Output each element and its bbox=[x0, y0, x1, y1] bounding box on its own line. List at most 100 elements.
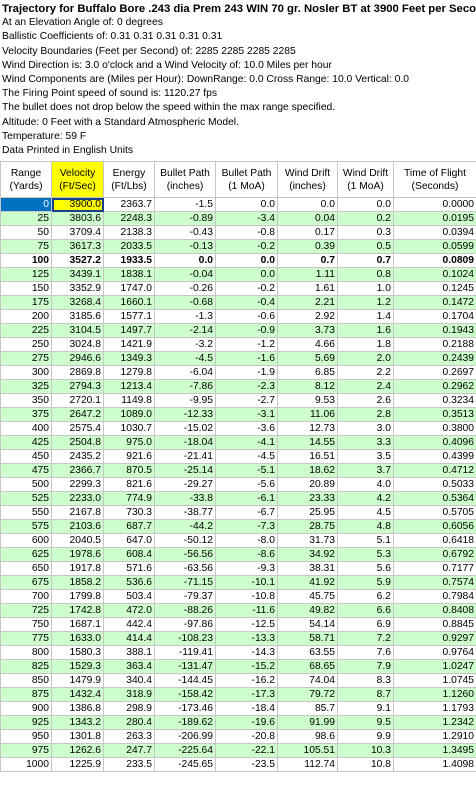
cell-range[interactable]: 300 bbox=[0, 365, 52, 380]
cell-wind-drift-inches[interactable]: 0.39 bbox=[277, 239, 338, 254]
cell-wind-drift-moa[interactable]: 5.1 bbox=[337, 533, 394, 548]
cell-bullet-path-inches[interactable]: -119.41 bbox=[154, 645, 216, 660]
cell-range[interactable]: 550 bbox=[0, 505, 52, 520]
cell-range[interactable]: 850 bbox=[0, 673, 52, 688]
cell-bullet-path-inches[interactable]: -63.56 bbox=[154, 561, 216, 576]
cell-wind-drift-inches[interactable]: 54.14 bbox=[277, 617, 338, 632]
cell-wind-drift-inches[interactable]: 105.51 bbox=[277, 743, 338, 758]
cell-wind-drift-moa[interactable]: 9.9 bbox=[337, 729, 394, 744]
cell-velocity[interactable]: 2103.6 bbox=[51, 519, 104, 534]
cell-wind-drift-moa[interactable]: 1.0 bbox=[337, 281, 394, 296]
cell-velocity[interactable]: 1742.8 bbox=[51, 603, 104, 618]
cell-energy[interactable]: 1747.0 bbox=[103, 281, 155, 296]
cell-bullet-path-moa[interactable]: -8.6 bbox=[215, 547, 278, 562]
cell-wind-drift-moa[interactable]: 1.4 bbox=[337, 309, 394, 324]
cell-wind-drift-moa[interactable]: 4.5 bbox=[337, 505, 394, 520]
cell-wind-drift-moa[interactable]: 3.3 bbox=[337, 435, 394, 450]
header-time-of-flight[interactable]: Time of Flight (Seconds) bbox=[393, 161, 476, 198]
cell-range[interactable]: 100 bbox=[0, 253, 52, 268]
cell-time-of-flight[interactable]: 0.2188 bbox=[393, 337, 476, 352]
cell-wind-drift-moa[interactable]: 6.9 bbox=[337, 617, 394, 632]
cell-bullet-path-inches[interactable]: -0.26 bbox=[154, 281, 216, 296]
cell-range[interactable]: 750 bbox=[0, 617, 52, 632]
cell-bullet-path-inches[interactable]: -44.2 bbox=[154, 519, 216, 534]
cell-energy[interactable]: 1279.8 bbox=[103, 365, 155, 380]
cell-time-of-flight[interactable]: 1.3495 bbox=[393, 743, 476, 758]
cell-bullet-path-inches[interactable]: -1.3 bbox=[154, 309, 216, 324]
cell-time-of-flight[interactable]: 0.1245 bbox=[393, 281, 476, 296]
cell-wind-drift-inches[interactable]: 3.73 bbox=[277, 323, 338, 338]
cell-wind-drift-inches[interactable]: 0.04 bbox=[277, 211, 338, 226]
cell-velocity[interactable]: 1917.8 bbox=[51, 561, 104, 576]
cell-velocity[interactable]: 1580.3 bbox=[51, 645, 104, 660]
cell-range[interactable]: 700 bbox=[0, 589, 52, 604]
cell-range[interactable]: 825 bbox=[0, 659, 52, 674]
cell-time-of-flight[interactable]: 1.1260 bbox=[393, 687, 476, 702]
cell-velocity[interactable]: 3803.6 bbox=[51, 211, 104, 226]
cell-velocity[interactable]: 2040.5 bbox=[51, 533, 104, 548]
cell-energy[interactable]: 2033.5 bbox=[103, 239, 155, 254]
cell-bullet-path-inches[interactable]: -21.41 bbox=[154, 449, 216, 464]
cell-wind-drift-moa[interactable]: 0.5 bbox=[337, 239, 394, 254]
cell-range[interactable]: 50 bbox=[0, 225, 52, 240]
cell-wind-drift-moa[interactable]: 1.6 bbox=[337, 323, 394, 338]
cell-bullet-path-moa[interactable]: -2.3 bbox=[215, 379, 278, 394]
cell-wind-drift-inches[interactable]: 25.95 bbox=[277, 505, 338, 520]
cell-range[interactable]: 200 bbox=[0, 309, 52, 324]
cell-velocity[interactable]: 2504.8 bbox=[51, 435, 104, 450]
cell-bullet-path-moa[interactable]: -18.4 bbox=[215, 701, 278, 716]
cell-time-of-flight[interactable]: 0.9764 bbox=[393, 645, 476, 660]
cell-time-of-flight[interactable]: 0.3513 bbox=[393, 407, 476, 422]
cell-time-of-flight[interactable]: 0.2439 bbox=[393, 351, 476, 366]
cell-energy[interactable]: 921.6 bbox=[103, 449, 155, 464]
cell-energy[interactable]: 687.7 bbox=[103, 519, 155, 534]
cell-range[interactable]: 0 bbox=[0, 197, 52, 212]
cell-bullet-path-inches[interactable]: 0.0 bbox=[154, 253, 216, 268]
cell-wind-drift-moa[interactable]: 0.7 bbox=[337, 253, 394, 268]
cell-energy[interactable]: 363.4 bbox=[103, 659, 155, 674]
cell-bullet-path-moa[interactable]: -0.2 bbox=[215, 281, 278, 296]
cell-wind-drift-inches[interactable]: 12.73 bbox=[277, 421, 338, 436]
cell-bullet-path-inches[interactable]: -9.95 bbox=[154, 393, 216, 408]
cell-range[interactable]: 275 bbox=[0, 351, 52, 366]
cell-time-of-flight[interactable]: 0.5033 bbox=[393, 477, 476, 492]
cell-time-of-flight[interactable]: 0.2697 bbox=[393, 365, 476, 380]
cell-bullet-path-moa[interactable]: -2.7 bbox=[215, 393, 278, 408]
cell-wind-drift-inches[interactable]: 20.89 bbox=[277, 477, 338, 492]
cell-time-of-flight[interactable]: 0.0000 bbox=[393, 197, 476, 212]
cell-bullet-path-inches[interactable]: -2.14 bbox=[154, 323, 216, 338]
cell-wind-drift-moa[interactable]: 1.2 bbox=[337, 295, 394, 310]
cell-velocity[interactable]: 1432.4 bbox=[51, 687, 104, 702]
cell-energy[interactable]: 233.5 bbox=[103, 757, 155, 772]
cell-wind-drift-inches[interactable]: 38.31 bbox=[277, 561, 338, 576]
cell-bullet-path-moa[interactable]: 0.0 bbox=[215, 267, 278, 282]
cell-bullet-path-moa[interactable]: -0.6 bbox=[215, 309, 278, 324]
cell-time-of-flight[interactable]: 1.1793 bbox=[393, 701, 476, 716]
cell-bullet-path-inches[interactable]: -158.42 bbox=[154, 687, 216, 702]
cell-energy[interactable]: 2363.7 bbox=[103, 197, 155, 212]
header-wind-drift-inches[interactable]: Wind Drift (inches) bbox=[277, 161, 338, 198]
cell-time-of-flight[interactable]: 0.1024 bbox=[393, 267, 476, 282]
cell-wind-drift-moa[interactable]: 4.0 bbox=[337, 477, 394, 492]
cell-velocity[interactable]: 3900.0 bbox=[51, 197, 104, 212]
cell-velocity[interactable]: 2946.6 bbox=[51, 351, 104, 366]
cell-range[interactable]: 400 bbox=[0, 421, 52, 436]
cell-wind-drift-moa[interactable]: 3.5 bbox=[337, 449, 394, 464]
cell-time-of-flight[interactable]: 1.2342 bbox=[393, 715, 476, 730]
cell-time-of-flight[interactable]: 1.0247 bbox=[393, 659, 476, 674]
cell-wind-drift-inches[interactable]: 28.75 bbox=[277, 519, 338, 534]
cell-velocity[interactable]: 2575.4 bbox=[51, 421, 104, 436]
header-velocity[interactable]: Velocity (Ft/Sec) bbox=[51, 161, 104, 198]
cell-range[interactable]: 225 bbox=[0, 323, 52, 338]
cell-range[interactable]: 725 bbox=[0, 603, 52, 618]
cell-bullet-path-inches[interactable]: -131.47 bbox=[154, 659, 216, 674]
cell-bullet-path-moa[interactable]: -11.6 bbox=[215, 603, 278, 618]
cell-wind-drift-moa[interactable]: 6.2 bbox=[337, 589, 394, 604]
cell-velocity[interactable]: 1799.8 bbox=[51, 589, 104, 604]
cell-wind-drift-moa[interactable]: 7.2 bbox=[337, 631, 394, 646]
cell-wind-drift-inches[interactable]: 58.71 bbox=[277, 631, 338, 646]
cell-bullet-path-moa[interactable]: -20.8 bbox=[215, 729, 278, 744]
cell-velocity[interactable]: 1858.2 bbox=[51, 575, 104, 590]
cell-energy[interactable]: 1149.8 bbox=[103, 393, 155, 408]
cell-range[interactable]: 500 bbox=[0, 477, 52, 492]
